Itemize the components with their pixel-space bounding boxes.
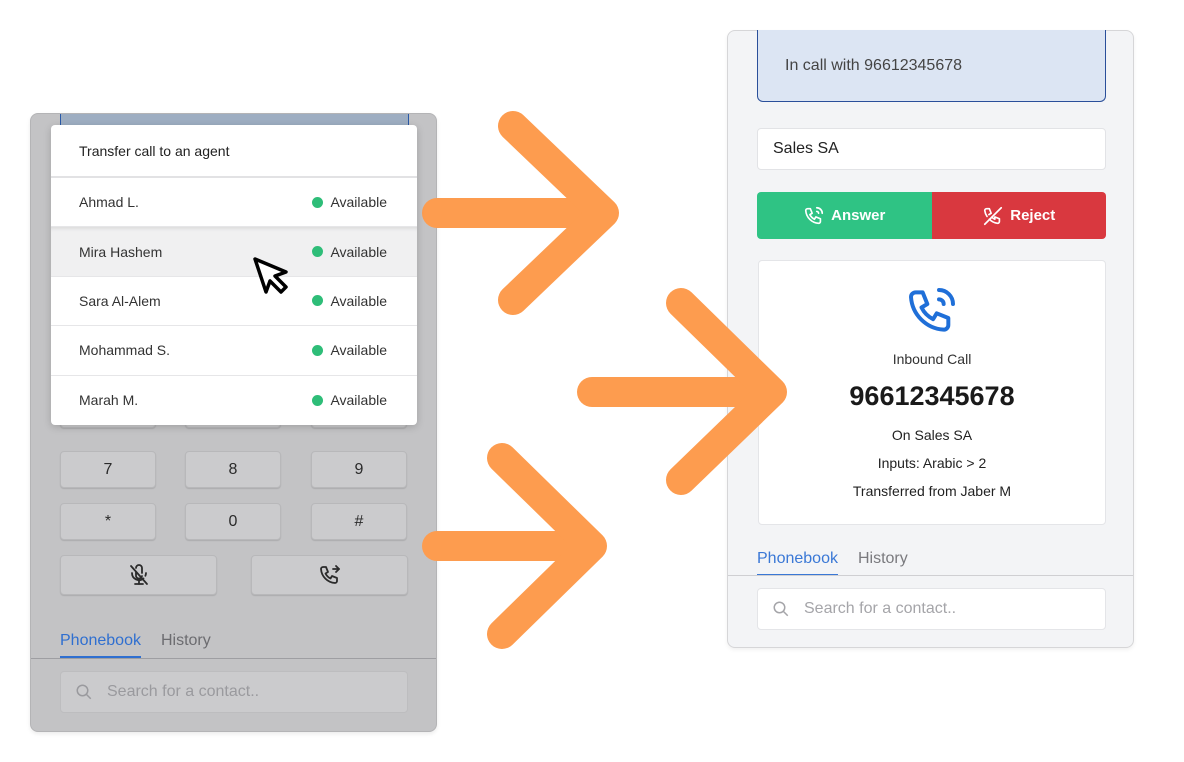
tabs-divider [728,575,1133,576]
key-7[interactable]: 7 [60,451,156,488]
agent-status: Available [312,293,387,309]
reject-button[interactable]: Reject [931,192,1106,239]
agent-status: Available [312,194,387,210]
status-label: Available [330,292,387,309]
reject-label: Reject [1010,207,1056,224]
call-inputs: Inputs: Arabic > 2 [877,455,987,471]
transfer-menu-title: Transfer call to an agent [51,125,417,178]
transfer-agent-menu: Transfer call to an agent Ahmad L. Avail… [51,125,417,425]
agent-item[interactable]: Ahmad L. Available [51,178,417,228]
agent-name: Mohammad S. [79,342,171,359]
arrow-top-head [498,111,619,315]
call-queue: On Sales SA [891,427,973,443]
search-icon [76,684,92,700]
search-icon [773,601,789,617]
mouse-cursor-icon [253,257,288,294]
agent-name: Mira Hashem [79,243,163,260]
left-tabs: Phonebook History [60,632,211,658]
status-dot-icon [312,344,324,356]
search-placeholder: Search for a contact.. [804,600,957,617]
agent-status: Available [312,392,387,408]
status-label: Available [330,194,387,211]
key-9[interactable]: 9 [311,451,407,488]
phone-off-icon [984,206,1003,225]
transfer-call-button[interactable] [251,555,408,595]
tabs-divider [31,658,436,659]
status-label: Available [330,392,387,409]
call-transferred-from: Transferred from Jaber M [852,483,1012,499]
status-dot-icon [312,196,324,208]
tab-phonebook[interactable]: Phonebook [757,550,838,576]
status-dot-icon [312,394,324,406]
status-label: Available [330,243,387,260]
mute-button[interactable] [60,555,217,595]
agent-name: Ahmad L. [79,194,139,211]
agent-name: Sara Al-Alem [79,292,161,309]
softphone-right-incoming: In call with 96612345678 Sales SA Answer… [727,30,1134,648]
contact-search-input[interactable]: Search for a contact.. [757,588,1106,630]
arrow-bottom-head [487,443,607,649]
phone-ringing-icon [805,206,824,224]
tab-phonebook[interactable]: Phonebook [60,632,141,658]
answer-button[interactable]: Answer [757,192,932,239]
mic-off-icon [129,564,148,585]
phone-forward-icon [319,565,340,584]
queue-select[interactable]: Sales SA [757,128,1106,170]
agent-item[interactable]: Mohammad S. Available [51,326,417,376]
answer-label: Answer [831,207,886,224]
agent-item-hovered[interactable]: Mira Hashem Available [51,227,417,277]
contact-search-input[interactable]: Search for a contact.. [60,671,408,713]
agent-status: Available [312,244,387,260]
status-dot-icon [312,295,324,307]
status-label: Available [330,342,387,359]
tab-history[interactable]: History [858,550,908,576]
agent-item[interactable]: Sara Al-Alem Available [51,277,417,327]
agent-item[interactable]: Marah M. Available [51,376,417,425]
search-placeholder: Search for a contact.. [107,683,260,700]
call-actions: Answer Reject [757,192,1106,239]
key-star[interactable]: * [60,503,156,540]
call-info-card: Inbound Call 96612345678 On Sales SA Inp… [758,260,1106,525]
call-type: Inbound Call [892,351,972,367]
tab-history[interactable]: History [161,632,211,658]
in-call-banner: In call with 96612345678 [757,30,1106,102]
agent-status: Available [312,342,387,358]
key-8[interactable]: 8 [185,451,281,488]
status-dot-icon [312,246,324,258]
agent-name: Marah M. [79,392,139,409]
caller-number: 96612345678 [849,381,1015,411]
right-tabs: Phonebook History [757,550,908,576]
phone-call-icon [909,288,955,332]
key-0[interactable]: 0 [185,503,281,540]
key-hash[interactable]: # [311,503,407,540]
